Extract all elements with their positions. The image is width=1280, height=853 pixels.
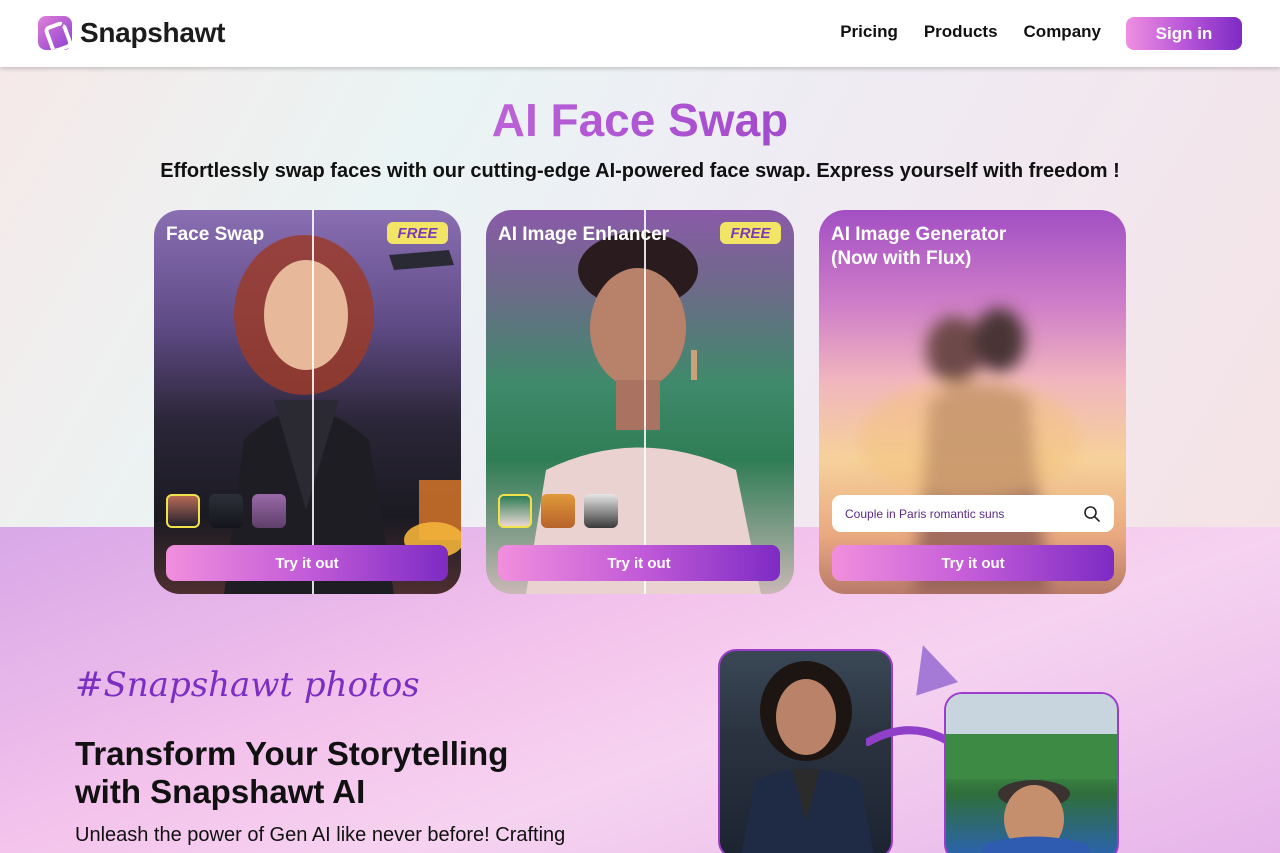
stadium-image: [946, 694, 1117, 853]
sample-thumbnail[interactable]: [584, 494, 618, 528]
site-header: Snapshawt Pricing Products Company Sign …: [0, 0, 1280, 67]
section-title-line: Transform Your Storytelling: [75, 735, 509, 772]
section-title-line: with Snapshawt AI: [75, 773, 366, 810]
face-thumbnail[interactable]: [252, 494, 286, 528]
sample-thumbnail[interactable]: [541, 494, 575, 528]
try-it-out-button[interactable]: Try it out: [498, 545, 780, 581]
face-thumbnail[interactable]: [209, 494, 243, 528]
try-it-out-button[interactable]: Try it out: [832, 545, 1114, 581]
nav-products[interactable]: Products: [924, 22, 998, 42]
card-title: Face Swap: [166, 224, 265, 245]
section-description: Unleash the power of Gen AI like never b…: [75, 824, 566, 846]
image-enhancer-card[interactable]: AI Image Enhancer FREE Try it out: [486, 210, 794, 594]
before-after-divider[interactable]: [644, 210, 646, 594]
sample-thumbnail[interactable]: [498, 494, 532, 528]
brand-name: Snapshawt: [80, 17, 226, 48]
hero-subtitle: Effortlessly swap faces with our cutting…: [160, 160, 1120, 182]
card-title-line: (Now with Flux): [831, 248, 972, 269]
sign-in-button[interactable]: Sign in: [1126, 17, 1242, 50]
search-icon[interactable]: [1083, 505, 1101, 523]
free-badge: FREE: [387, 222, 448, 244]
card-title: AI Image Enhancer: [498, 224, 670, 245]
face-thumbnail[interactable]: [166, 494, 200, 528]
nav-pricing[interactable]: Pricing: [840, 22, 898, 42]
section-title: Transform Your Storytelling with Snapsha…: [75, 735, 508, 811]
card-title-line: AI Image Generator: [831, 224, 1007, 245]
nav-company[interactable]: Company: [1024, 22, 1101, 42]
face-swap-preview-image: [224, 235, 461, 594]
prompt-input[interactable]: Couple in Paris romantic suns: [832, 495, 1114, 532]
try-it-out-button[interactable]: Try it out: [166, 545, 448, 581]
logo-icon: [38, 16, 72, 50]
free-badge: FREE: [720, 222, 781, 244]
prompt-text[interactable]: Couple in Paris romantic suns: [845, 507, 1083, 521]
page-title: AI Face Swap: [0, 93, 1280, 147]
sample-thumbnails: [498, 494, 618, 528]
before-after-divider[interactable]: [312, 210, 314, 594]
main-nav: Pricing Products Company: [840, 22, 1101, 42]
image-generator-card[interactable]: AI Image Generator (Now with Flux) Coupl…: [819, 210, 1126, 594]
enhancer-preview-image: [526, 232, 761, 594]
example-photo-after: [944, 692, 1119, 853]
card-title: AI Image Generator (Now with Flux): [831, 223, 1006, 271]
section-tag: #Snapshawt photos: [75, 665, 420, 705]
face-thumbnails: [166, 494, 286, 528]
brand-logo[interactable]: Snapshawt: [38, 16, 225, 50]
face-swap-card[interactable]: Face Swap FREE Try it out: [154, 210, 461, 594]
